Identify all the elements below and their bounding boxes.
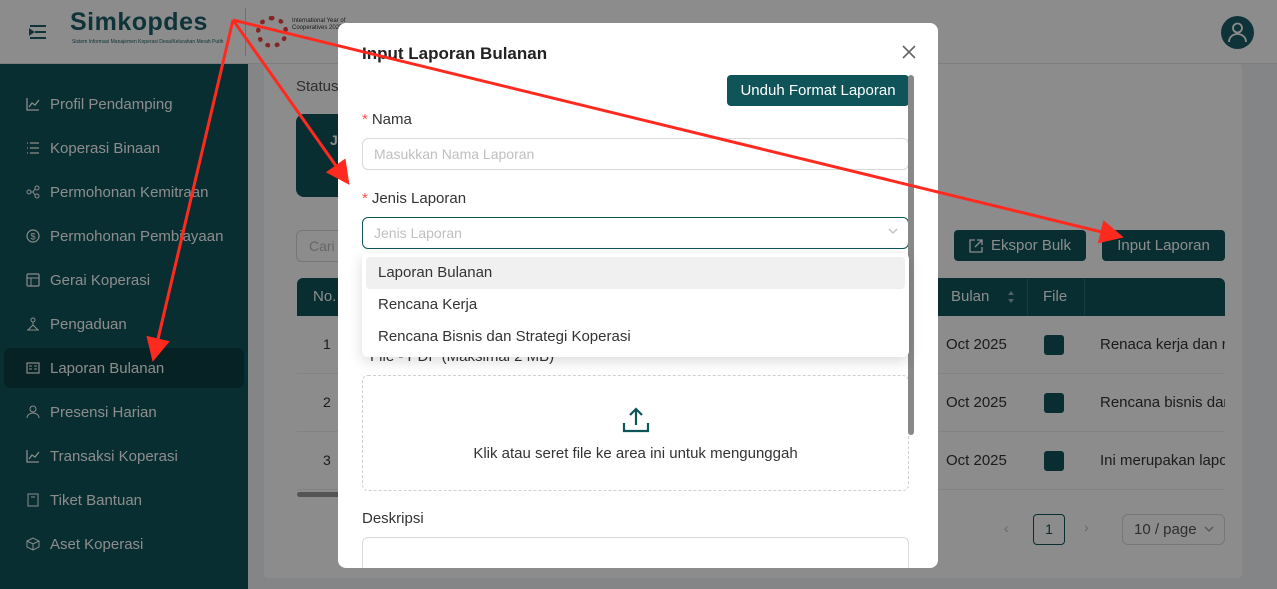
jenis-laporan-dropdown: Laporan Bulanan Rencana Kerja Rencana Bi…	[362, 253, 909, 357]
modal-scrollbar[interactable]	[908, 75, 914, 435]
deskripsi-input[interactable]	[362, 537, 909, 568]
close-icon[interactable]	[900, 43, 918, 61]
upload-icon	[622, 407, 650, 433]
option-laporan-bulanan[interactable]: Laporan Bulanan	[366, 257, 905, 289]
jenis-laporan-select[interactable]: Jenis Laporan	[362, 217, 909, 249]
jenis-laporan-label: * Jenis Laporan	[362, 190, 466, 207]
modal-title: Input Laporan Bulanan	[362, 44, 548, 63]
option-rencana-bisnis[interactable]: Rencana Bisnis dan Strategi Koperasi	[366, 321, 905, 353]
nama-label: * Nama	[362, 111, 412, 128]
file-upload-dropzone[interactable]: Klik atau seret file ke area ini untuk m…	[362, 375, 909, 491]
upload-instruction: Klik atau seret file ke area ini untuk m…	[473, 445, 798, 462]
deskripsi-label: Deskripsi	[362, 510, 424, 527]
required-mark: *	[362, 111, 368, 128]
nama-input[interactable]: Masukkan Nama Laporan	[362, 138, 909, 170]
nama-label-text: Nama	[371, 111, 412, 128]
option-rencana-kerja[interactable]: Rencana Kerja	[366, 289, 905, 321]
jenis-laporan-placeholder: Jenis Laporan	[374, 225, 462, 241]
chevron-down-icon	[888, 228, 898, 234]
unduh-format-button[interactable]: Unduh Format Laporan	[727, 75, 909, 106]
required-mark: *	[362, 190, 368, 207]
jenis-label-text: Jenis Laporan	[371, 190, 467, 207]
